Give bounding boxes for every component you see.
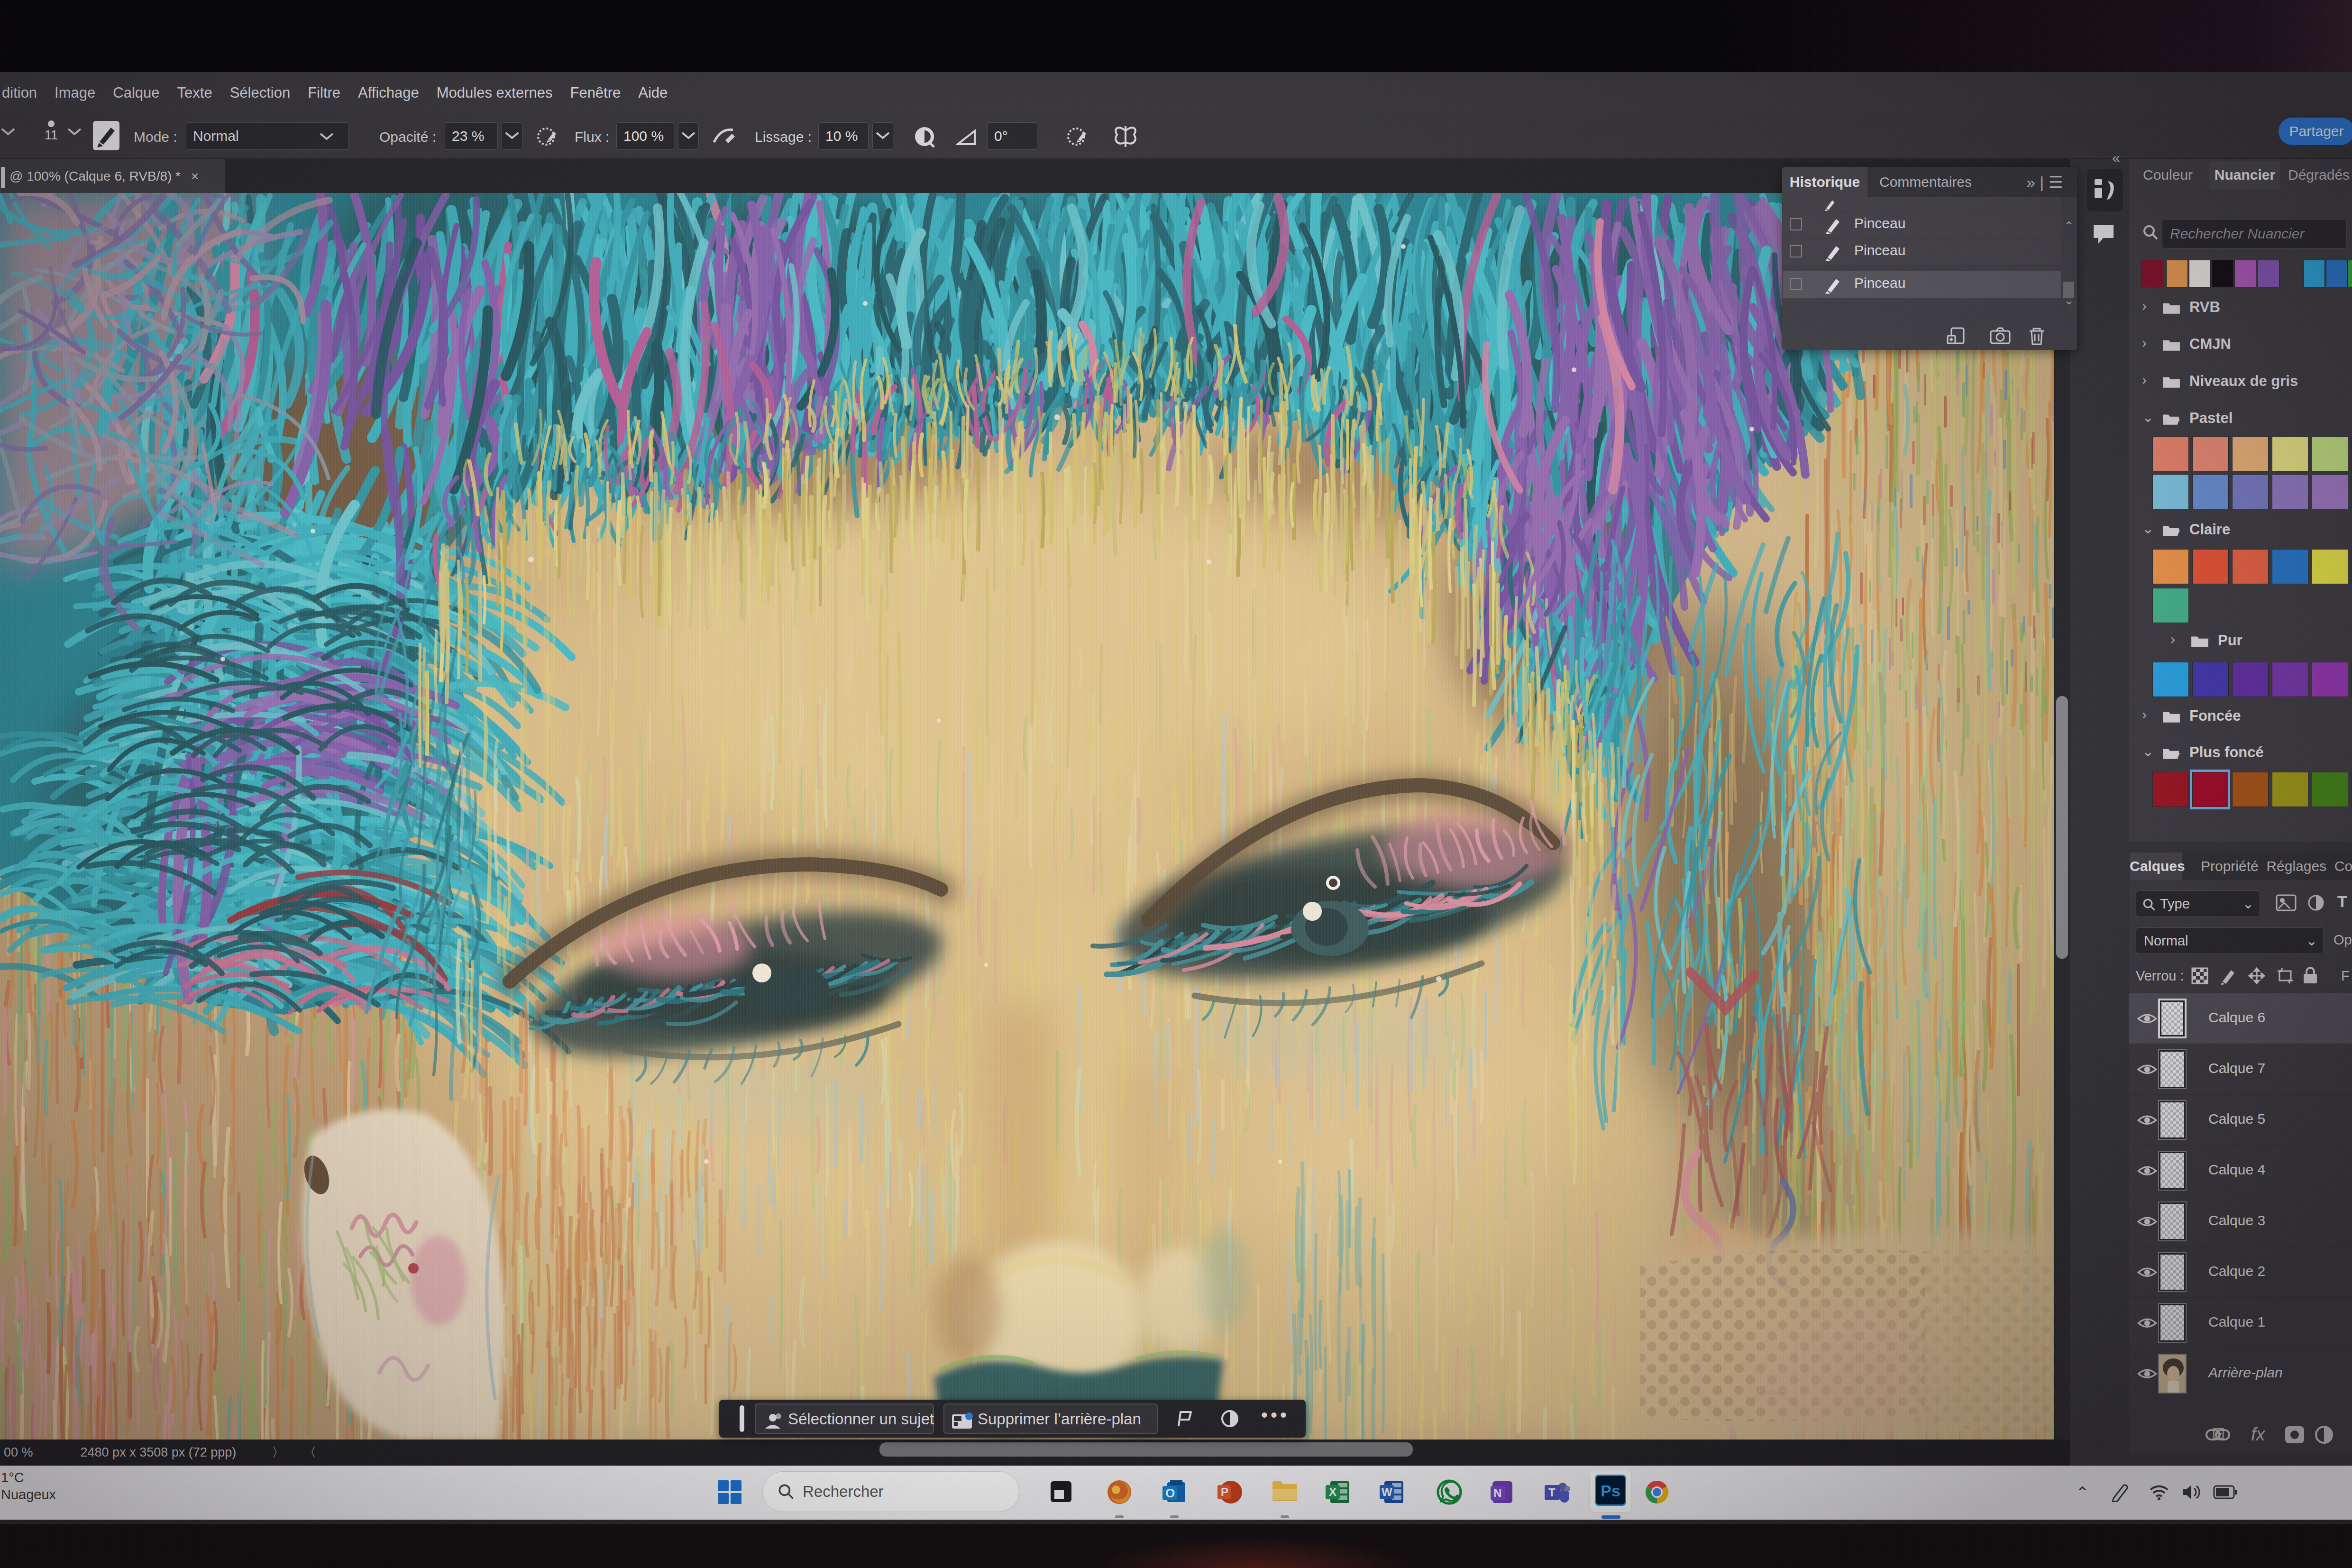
svg-text:N: N (1493, 1486, 1501, 1499)
svg-text:O: O (1165, 1486, 1175, 1500)
svg-text:P: P (1221, 1485, 1228, 1498)
svg-text:W: W (1382, 1485, 1392, 1498)
svg-text:X: X (1329, 1485, 1336, 1498)
svg-text:fx: fx (2251, 1424, 2266, 1444)
svg-text:T: T (1548, 1486, 1556, 1499)
